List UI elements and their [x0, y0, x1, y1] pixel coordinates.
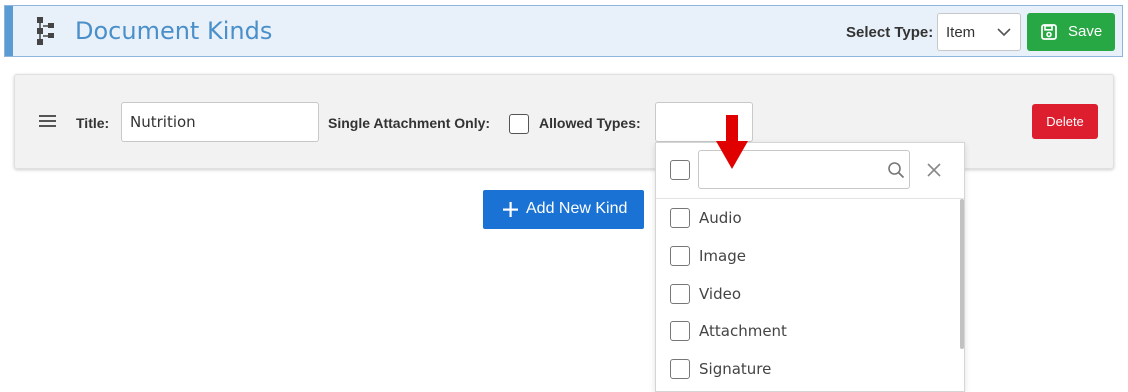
delete-button[interactable]: Delete: [1032, 104, 1098, 139]
add-new-kind-label: Add New Kind: [526, 200, 628, 217]
save-button[interactable]: Save: [1027, 13, 1115, 51]
chevron-down-icon: [997, 28, 1011, 37]
option-checkbox[interactable]: [670, 359, 690, 379]
dropdown-scrollbar[interactable]: [960, 199, 964, 349]
option-checkbox[interactable]: [670, 246, 690, 266]
single-attachment-checkbox[interactable]: [509, 114, 529, 134]
option-checkbox[interactable]: [670, 284, 690, 304]
select-type-label: Select Type:: [846, 24, 934, 41]
floppy-disk-icon: [1041, 24, 1057, 40]
select-type-dropdown[interactable]: Item: [937, 13, 1021, 51]
single-attachment-label: Single Attachment Only:: [328, 115, 491, 131]
annotation-arrow-icon: [716, 115, 748, 169]
plus-icon: [503, 202, 518, 217]
save-button-label: Save: [1068, 23, 1103, 40]
option-video[interactable]: Video: [656, 275, 956, 313]
dropdown-header: [656, 143, 964, 199]
option-label: Video: [699, 285, 742, 303]
option-checkbox[interactable]: [670, 208, 690, 228]
header-accent-bar: [5, 6, 13, 56]
select-type-value: Item: [946, 24, 976, 41]
page-header: Document Kinds Select Type: Item Save: [4, 5, 1123, 57]
option-attachment[interactable]: Attachment: [656, 312, 956, 350]
option-image[interactable]: Image: [656, 237, 956, 275]
option-signature[interactable]: Signature: [656, 350, 956, 388]
title-input[interactable]: [121, 102, 319, 142]
allowed-types-dropdown: Audio Image Video Attachment Signature: [655, 142, 965, 392]
option-label: Attachment: [699, 322, 787, 340]
search-icon: [888, 162, 905, 179]
add-new-kind-button[interactable]: Add New Kind: [483, 190, 644, 229]
close-icon[interactable]: [926, 162, 942, 178]
title-label: Title:: [76, 115, 110, 131]
option-label: Signature: [699, 360, 772, 378]
option-label: Image: [699, 247, 746, 265]
tree-structure-icon: [37, 17, 54, 45]
option-checkbox[interactable]: [670, 321, 690, 341]
option-audio[interactable]: Audio: [656, 199, 956, 237]
allowed-types-label: Allowed Types:: [539, 115, 641, 131]
select-all-checkbox[interactable]: [670, 160, 690, 180]
page-title: Document Kinds: [75, 17, 273, 45]
option-label: Audio: [699, 209, 742, 227]
drag-handle-icon[interactable]: [39, 114, 56, 128]
